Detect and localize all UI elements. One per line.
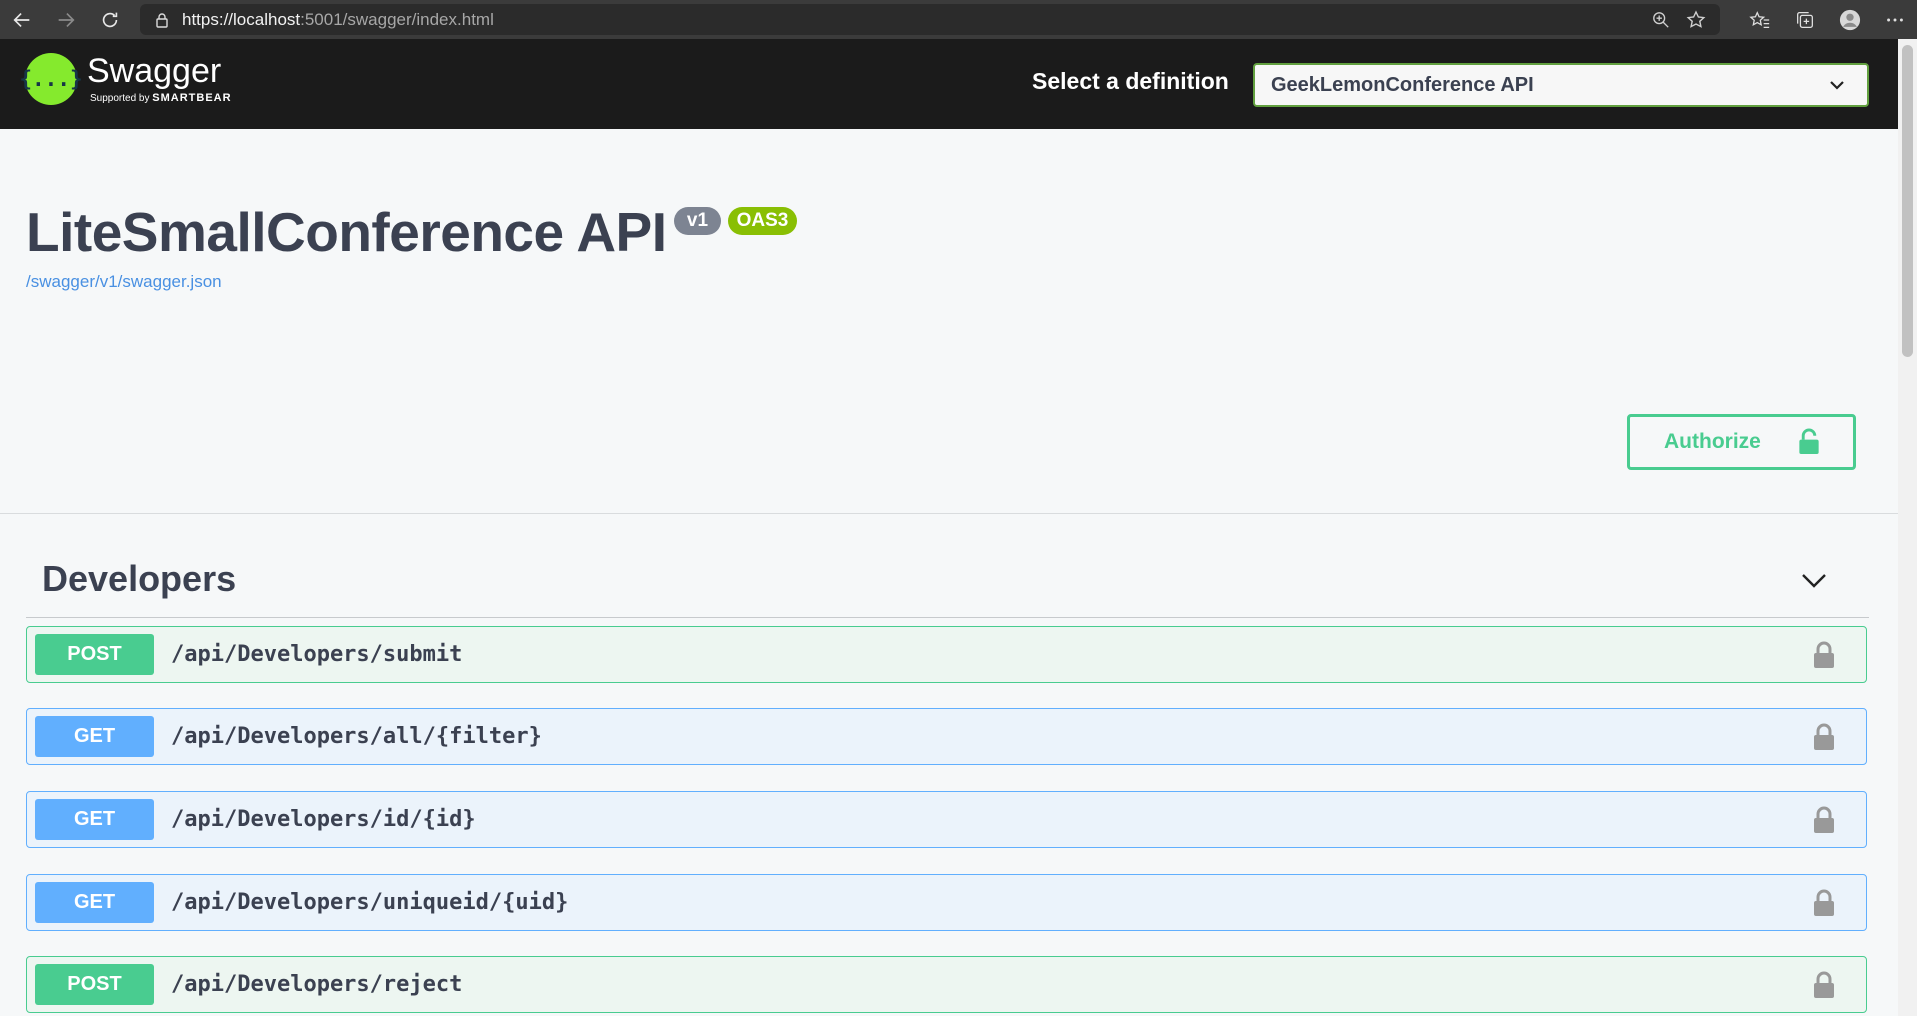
operation-get-all[interactable]: GET /api/Developers/all/{filter} xyxy=(26,708,1867,765)
scrollbar-thumb[interactable] xyxy=(1902,45,1913,357)
unlocked-icon xyxy=(1799,428,1819,455)
chevron-down-icon xyxy=(1830,81,1844,90)
page-scrollbar[interactable] xyxy=(1898,39,1917,1016)
logo-sub-brand: SMARTBEAR xyxy=(152,92,232,104)
padlock-icon xyxy=(156,12,168,28)
swagger-logo[interactable]: {...} Swagger Supported by SMARTBEAR xyxy=(19,52,232,105)
operation-post-submit[interactable]: POST /api/Developers/submit xyxy=(26,626,1867,683)
profile-button[interactable] xyxy=(1827,0,1872,39)
zoom-icon[interactable] xyxy=(1652,11,1670,29)
logo-sub-prefix: Supported by xyxy=(90,93,150,104)
forward-arrow-icon xyxy=(58,12,75,27)
lock-icon[interactable] xyxy=(1812,641,1836,669)
swagger-logo-icon: {...} xyxy=(19,53,83,105)
operation-get-id[interactable]: GET /api/Developers/id/{id} xyxy=(26,791,1867,848)
add-favorite-icon[interactable] xyxy=(1686,9,1706,30)
refresh-button[interactable] xyxy=(88,0,132,39)
operation-get-uniqueid[interactable]: GET /api/Developers/uniqueid/{uid} xyxy=(26,874,1867,931)
method-badge: POST xyxy=(35,964,154,1005)
method-badge: GET xyxy=(35,882,154,923)
url-text: https://localhost:5001/swagger/index.htm… xyxy=(182,10,494,30)
refresh-icon xyxy=(102,12,118,27)
method-badge: GET xyxy=(35,799,154,840)
logo-title: Swagger xyxy=(87,52,222,90)
address-bar[interactable]: https://localhost:5001/swagger/index.htm… xyxy=(140,4,1720,35)
tag-title-developers[interactable]: Developers xyxy=(42,558,236,600)
method-badge: POST xyxy=(35,634,154,675)
settings-more-button[interactable] xyxy=(1872,0,1917,39)
operation-path: /api/Developers/reject xyxy=(171,972,463,997)
favorites-button[interactable] xyxy=(1737,0,1782,39)
browser-toolbar: https://localhost:5001/swagger/index.htm… xyxy=(0,0,1917,39)
tag-underline xyxy=(26,617,1869,618)
url-host: https://localhost xyxy=(182,9,301,29)
lock-icon[interactable] xyxy=(1812,723,1836,751)
collections-button[interactable] xyxy=(1782,0,1827,39)
select-definition-label: Select a definition xyxy=(1032,68,1229,94)
collections-icon xyxy=(1796,11,1813,28)
swagger-json-link[interactable]: /swagger/v1/swagger.json xyxy=(26,272,222,292)
operation-path: /api/Developers/id/{id} xyxy=(171,807,476,832)
oas-badge: OAS3 xyxy=(728,207,797,235)
operation-post-reject[interactable]: POST /api/Developers/reject xyxy=(26,956,1867,1013)
more-dots-icon xyxy=(1886,18,1903,21)
forward-button[interactable] xyxy=(44,0,88,39)
operation-path: /api/Developers/submit xyxy=(171,642,463,667)
lock-icon[interactable] xyxy=(1812,806,1836,834)
lock-icon[interactable] xyxy=(1812,889,1836,917)
version-badge: v1 xyxy=(674,207,721,235)
method-badge: GET xyxy=(35,716,154,757)
operation-path: /api/Developers/uniqueid/{uid} xyxy=(171,890,569,915)
back-button[interactable] xyxy=(0,0,44,39)
api-title: LiteSmallConference API xyxy=(26,201,667,263)
definition-select-value: GeekLemonConference API xyxy=(1271,73,1534,96)
swagger-topbar: {...} Swagger Supported by SMARTBEAR Sel… xyxy=(0,39,1898,129)
section-divider xyxy=(0,513,1898,514)
url-path: :5001/swagger/index.html xyxy=(300,9,494,29)
authorize-button[interactable]: Authorize xyxy=(1627,414,1856,470)
back-arrow-icon xyxy=(13,12,30,27)
lock-icon[interactable] xyxy=(1812,971,1836,999)
operation-path: /api/Developers/all/{filter} xyxy=(171,724,542,749)
authorize-label: Authorize xyxy=(1664,430,1761,453)
favorites-icon xyxy=(1748,10,1769,28)
avatar-icon xyxy=(1839,9,1860,30)
definition-select[interactable]: GeekLemonConference API xyxy=(1253,63,1869,107)
collapse-chevron-icon[interactable] xyxy=(1799,565,1829,595)
logo-subtitle: Supported by SMARTBEAR xyxy=(90,92,232,104)
